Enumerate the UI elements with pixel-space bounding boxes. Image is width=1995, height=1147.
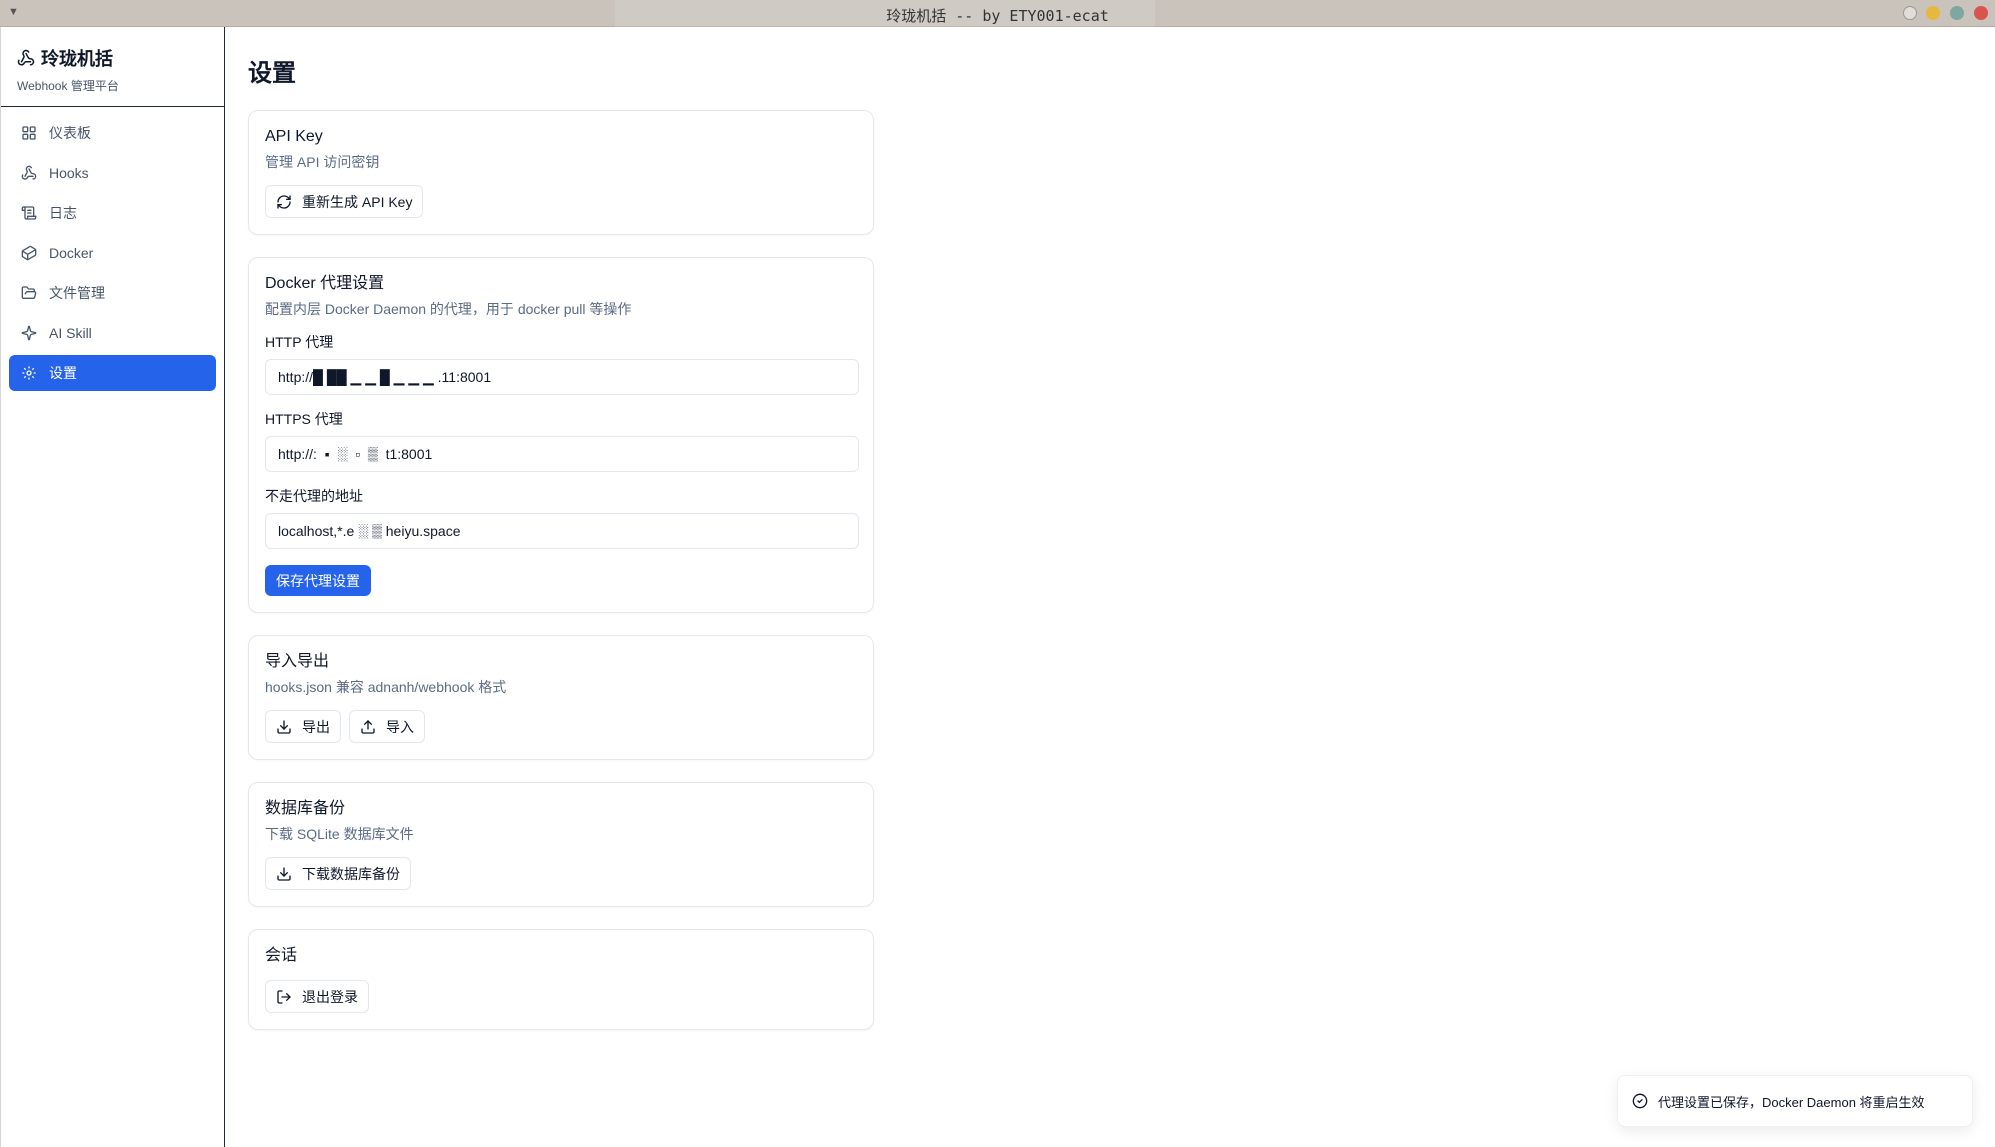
webhook-icon <box>17 49 35 66</box>
sidebar-item-logs[interactable]: 日志 <box>9 195 216 231</box>
container-icon <box>21 245 37 261</box>
button-label: 导入 <box>386 718 414 735</box>
scroll-icon <box>21 206 37 220</box>
no-proxy-input[interactable] <box>265 513 859 549</box>
button-label: 重新生成 API Key <box>302 193 413 210</box>
sidebar-item-settings[interactable]: 设置 <box>9 355 216 391</box>
import-export-card: 导入导出 hooks.json 兼容 adnanh/webhook 格式 导出 … <box>248 635 874 760</box>
sidebar-item-label: 设置 <box>49 365 77 381</box>
gear-icon <box>22 366 36 380</box>
card-title: 会话 <box>265 947 298 964</box>
window-title: 玲珑机括 -- by ETY001-ecat <box>886 7 1109 25</box>
session-card: 会话 退出登录 <box>248 929 874 1030</box>
download-icon <box>277 719 291 734</box>
sidebar-nav: 仪表板 Hooks 日志 Docker 文件管理 AI Skill 设置 <box>1 107 224 403</box>
button-label: 下载数据库备份 <box>302 865 400 882</box>
sidebar-item-label: AI Skill <box>49 325 92 341</box>
logout-button[interactable]: 退出登录 <box>265 980 369 1013</box>
sidebar: 玲珑机括 Webhook 管理平台 仪表板 Hooks 日志 Docker 文件… <box>0 27 225 1147</box>
card-description: 管理 API 访问密钥 <box>265 154 380 170</box>
upload-icon <box>361 719 375 734</box>
card-description: 下载 SQLite 数据库文件 <box>265 826 414 842</box>
sidebar-item-files[interactable]: 文件管理 <box>9 275 216 311</box>
webhook-icon <box>21 165 37 180</box>
sidebar-item-docker[interactable]: Docker <box>9 235 216 271</box>
docker-proxy-card: Docker 代理设置 配置内层 Docker Daemon 的代理，用于 do… <box>248 257 874 613</box>
http-proxy-label: HTTP 代理 <box>265 334 334 350</box>
https-proxy-label: HTTPS 代理 <box>265 411 343 427</box>
toast-message: 代理设置已保存，Docker Daemon 将重启生效 <box>1658 1094 1925 1110</box>
window-maximize-button[interactable] <box>1950 6 1964 20</box>
folder-icon <box>21 286 37 299</box>
brand-title: 玲珑机括 <box>41 49 113 69</box>
button-label: 退出登录 <box>302 988 358 1005</box>
card-title: 数据库备份 <box>265 800 346 817</box>
card-description: 配置内层 Docker Daemon 的代理，用于 docker pull 等操… <box>265 301 632 317</box>
http-proxy-input[interactable] <box>265 359 859 395</box>
button-label: 导出 <box>302 718 330 735</box>
window-pin-button[interactable] <box>1903 6 1917 20</box>
card-title: 导入导出 <box>265 653 330 670</box>
dashboard-icon <box>22 126 36 140</box>
window-titlebar: ▼ 玲珑机括 -- by ETY001-ecat <box>0 0 1995 27</box>
api-key-card: API Key 管理 API 访问密钥 重新生成 API Key <box>248 110 874 235</box>
sidebar-item-label: Docker <box>49 245 94 261</box>
db-backup-card: 数据库备份 下载 SQLite 数据库文件 下载数据库备份 <box>248 782 874 907</box>
card-description: hooks.json 兼容 adnanh/webhook 格式 <box>265 679 507 695</box>
check-circle-icon <box>1632 1093 1648 1109</box>
card-title: Docker 代理设置 <box>265 275 385 292</box>
sidebar-item-label: 仪表板 <box>49 125 91 141</box>
page-title: 设置 <box>248 60 296 87</box>
no-proxy-label: 不走代理的地址 <box>265 488 363 504</box>
brand: 玲珑机括 Webhook 管理平台 <box>1 27 224 107</box>
logout-icon <box>277 989 291 1004</box>
sidebar-item-dashboard[interactable]: 仪表板 <box>9 115 216 151</box>
window-minimize-button[interactable] <box>1926 6 1940 20</box>
sidebar-item-label: 日志 <box>49 205 77 221</box>
sidebar-item-hooks[interactable]: Hooks <box>9 155 216 191</box>
main-content: 设置 API Key 管理 API 访问密钥 重新生成 API Key Dock… <box>248 27 1948 1052</box>
import-button[interactable]: 导入 <box>349 710 425 743</box>
card-title: API Key <box>265 128 323 145</box>
refresh-icon <box>277 194 291 209</box>
sidebar-item-ai-skill[interactable]: AI Skill <box>9 315 216 351</box>
sidebar-item-label: Hooks <box>49 165 89 181</box>
sparkles-icon <box>21 325 37 341</box>
sidebar-item-label: 文件管理 <box>49 285 105 301</box>
window-close-button[interactable] <box>1974 6 1988 20</box>
save-proxy-button[interactable]: 保存代理设置 <box>265 565 371 596</box>
download-db-backup-button[interactable]: 下载数据库备份 <box>265 857 411 890</box>
brand-subtitle: Webhook 管理平台 <box>17 79 119 93</box>
export-button[interactable]: 导出 <box>265 710 341 743</box>
download-icon <box>277 866 291 881</box>
regenerate-api-key-button[interactable]: 重新生成 API Key <box>265 185 424 218</box>
toast-notification: 代理设置已保存，Docker Daemon 将重启生效 <box>1617 1075 1973 1127</box>
https-proxy-input[interactable] <box>265 436 859 472</box>
